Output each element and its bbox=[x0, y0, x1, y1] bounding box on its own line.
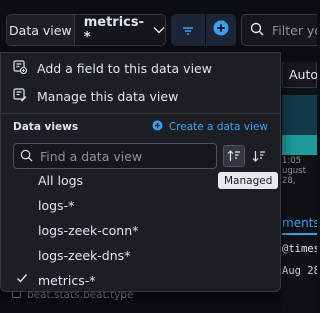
add-field-label: Add a field to this data view bbox=[37, 60, 212, 76]
find-data-view-field[interactable] bbox=[13, 143, 217, 169]
list-item[interactable]: logs-zeek-dns* bbox=[1, 243, 280, 268]
time-label-1: 1:05 bbox=[282, 156, 302, 166]
data-view-label: Data view bbox=[7, 15, 75, 45]
tab-underline bbox=[282, 233, 317, 235]
add-field-icon bbox=[13, 59, 28, 77]
filter-icon bbox=[182, 21, 194, 40]
interval-label: Auto bbox=[289, 66, 317, 82]
list-item[interactable]: logs-* bbox=[1, 193, 280, 218]
plus-circle-icon bbox=[213, 20, 229, 40]
tab-documents[interactable]: ments ( bbox=[282, 216, 317, 230]
list-item[interactable]: metrics-* bbox=[1, 268, 280, 293]
list-item[interactable]: logs-zeek-conn* bbox=[1, 218, 280, 243]
add-filter-button[interactable] bbox=[205, 14, 236, 46]
search-icon bbox=[250, 22, 264, 39]
timestamp-column-header[interactable]: @timest bbox=[282, 243, 317, 255]
data-view-select[interactable]: metrics-* bbox=[74, 15, 165, 45]
histogram-time-label: 1:05 ugust 28, bbox=[282, 156, 317, 186]
manage-data-view-menu-item[interactable]: Manage this data view bbox=[1, 82, 280, 110]
data-view-name: logs-zeek-dns* bbox=[38, 248, 131, 263]
check-icon bbox=[16, 272, 28, 287]
search-icon bbox=[20, 147, 33, 166]
data-views-title: Data views bbox=[13, 121, 79, 133]
data-view-popover: Add a field to this data view Manage thi… bbox=[0, 52, 281, 292]
filter-options-button[interactable] bbox=[171, 14, 205, 46]
add-field-menu-item[interactable]: Add a field to this data view bbox=[1, 54, 280, 82]
data-view-name: metrics-* bbox=[38, 273, 96, 288]
time-label-2: ugust 28, bbox=[282, 166, 306, 186]
discover-page: Auto 1:05 ugust 28, ments ( @timest Aug … bbox=[0, 0, 317, 313]
create-data-view-link[interactable]: Create a data view bbox=[152, 120, 268, 134]
sort-ascending-button[interactable] bbox=[223, 145, 245, 167]
sort-descending-icon bbox=[252, 147, 266, 166]
chevron-down-icon bbox=[153, 23, 165, 38]
managed-badge: Managed bbox=[218, 172, 279, 189]
create-data-view-label: Create a data view bbox=[168, 121, 268, 133]
sort-ascending-icon bbox=[227, 147, 241, 166]
query-search-bar[interactable]: Filter your data using KQL syntax bbox=[241, 14, 317, 46]
search-placeholder: Filter your data using KQL syntax bbox=[272, 22, 317, 38]
sort-descending-button[interactable] bbox=[248, 145, 270, 167]
find-data-view-input[interactable] bbox=[40, 148, 210, 164]
data-view-name: logs-zeek-conn* bbox=[38, 223, 139, 238]
timestamp-cell: Aug 28, bbox=[282, 265, 317, 277]
data-view-picker[interactable]: Data view metrics-* bbox=[6, 14, 166, 46]
histogram-bar-dark bbox=[282, 95, 317, 135]
plus-circle-icon bbox=[152, 120, 163, 134]
data-view-name: All logs bbox=[38, 173, 84, 188]
manage-data-view-icon bbox=[13, 87, 27, 105]
interval-select[interactable]: Auto bbox=[282, 60, 317, 88]
menu-divider bbox=[1, 113, 280, 114]
data-view-value: metrics-* bbox=[83, 15, 144, 45]
histogram-bar bbox=[282, 135, 317, 155]
data-view-name: logs-* bbox=[38, 198, 75, 213]
manage-data-view-label: Manage this data view bbox=[37, 88, 179, 104]
